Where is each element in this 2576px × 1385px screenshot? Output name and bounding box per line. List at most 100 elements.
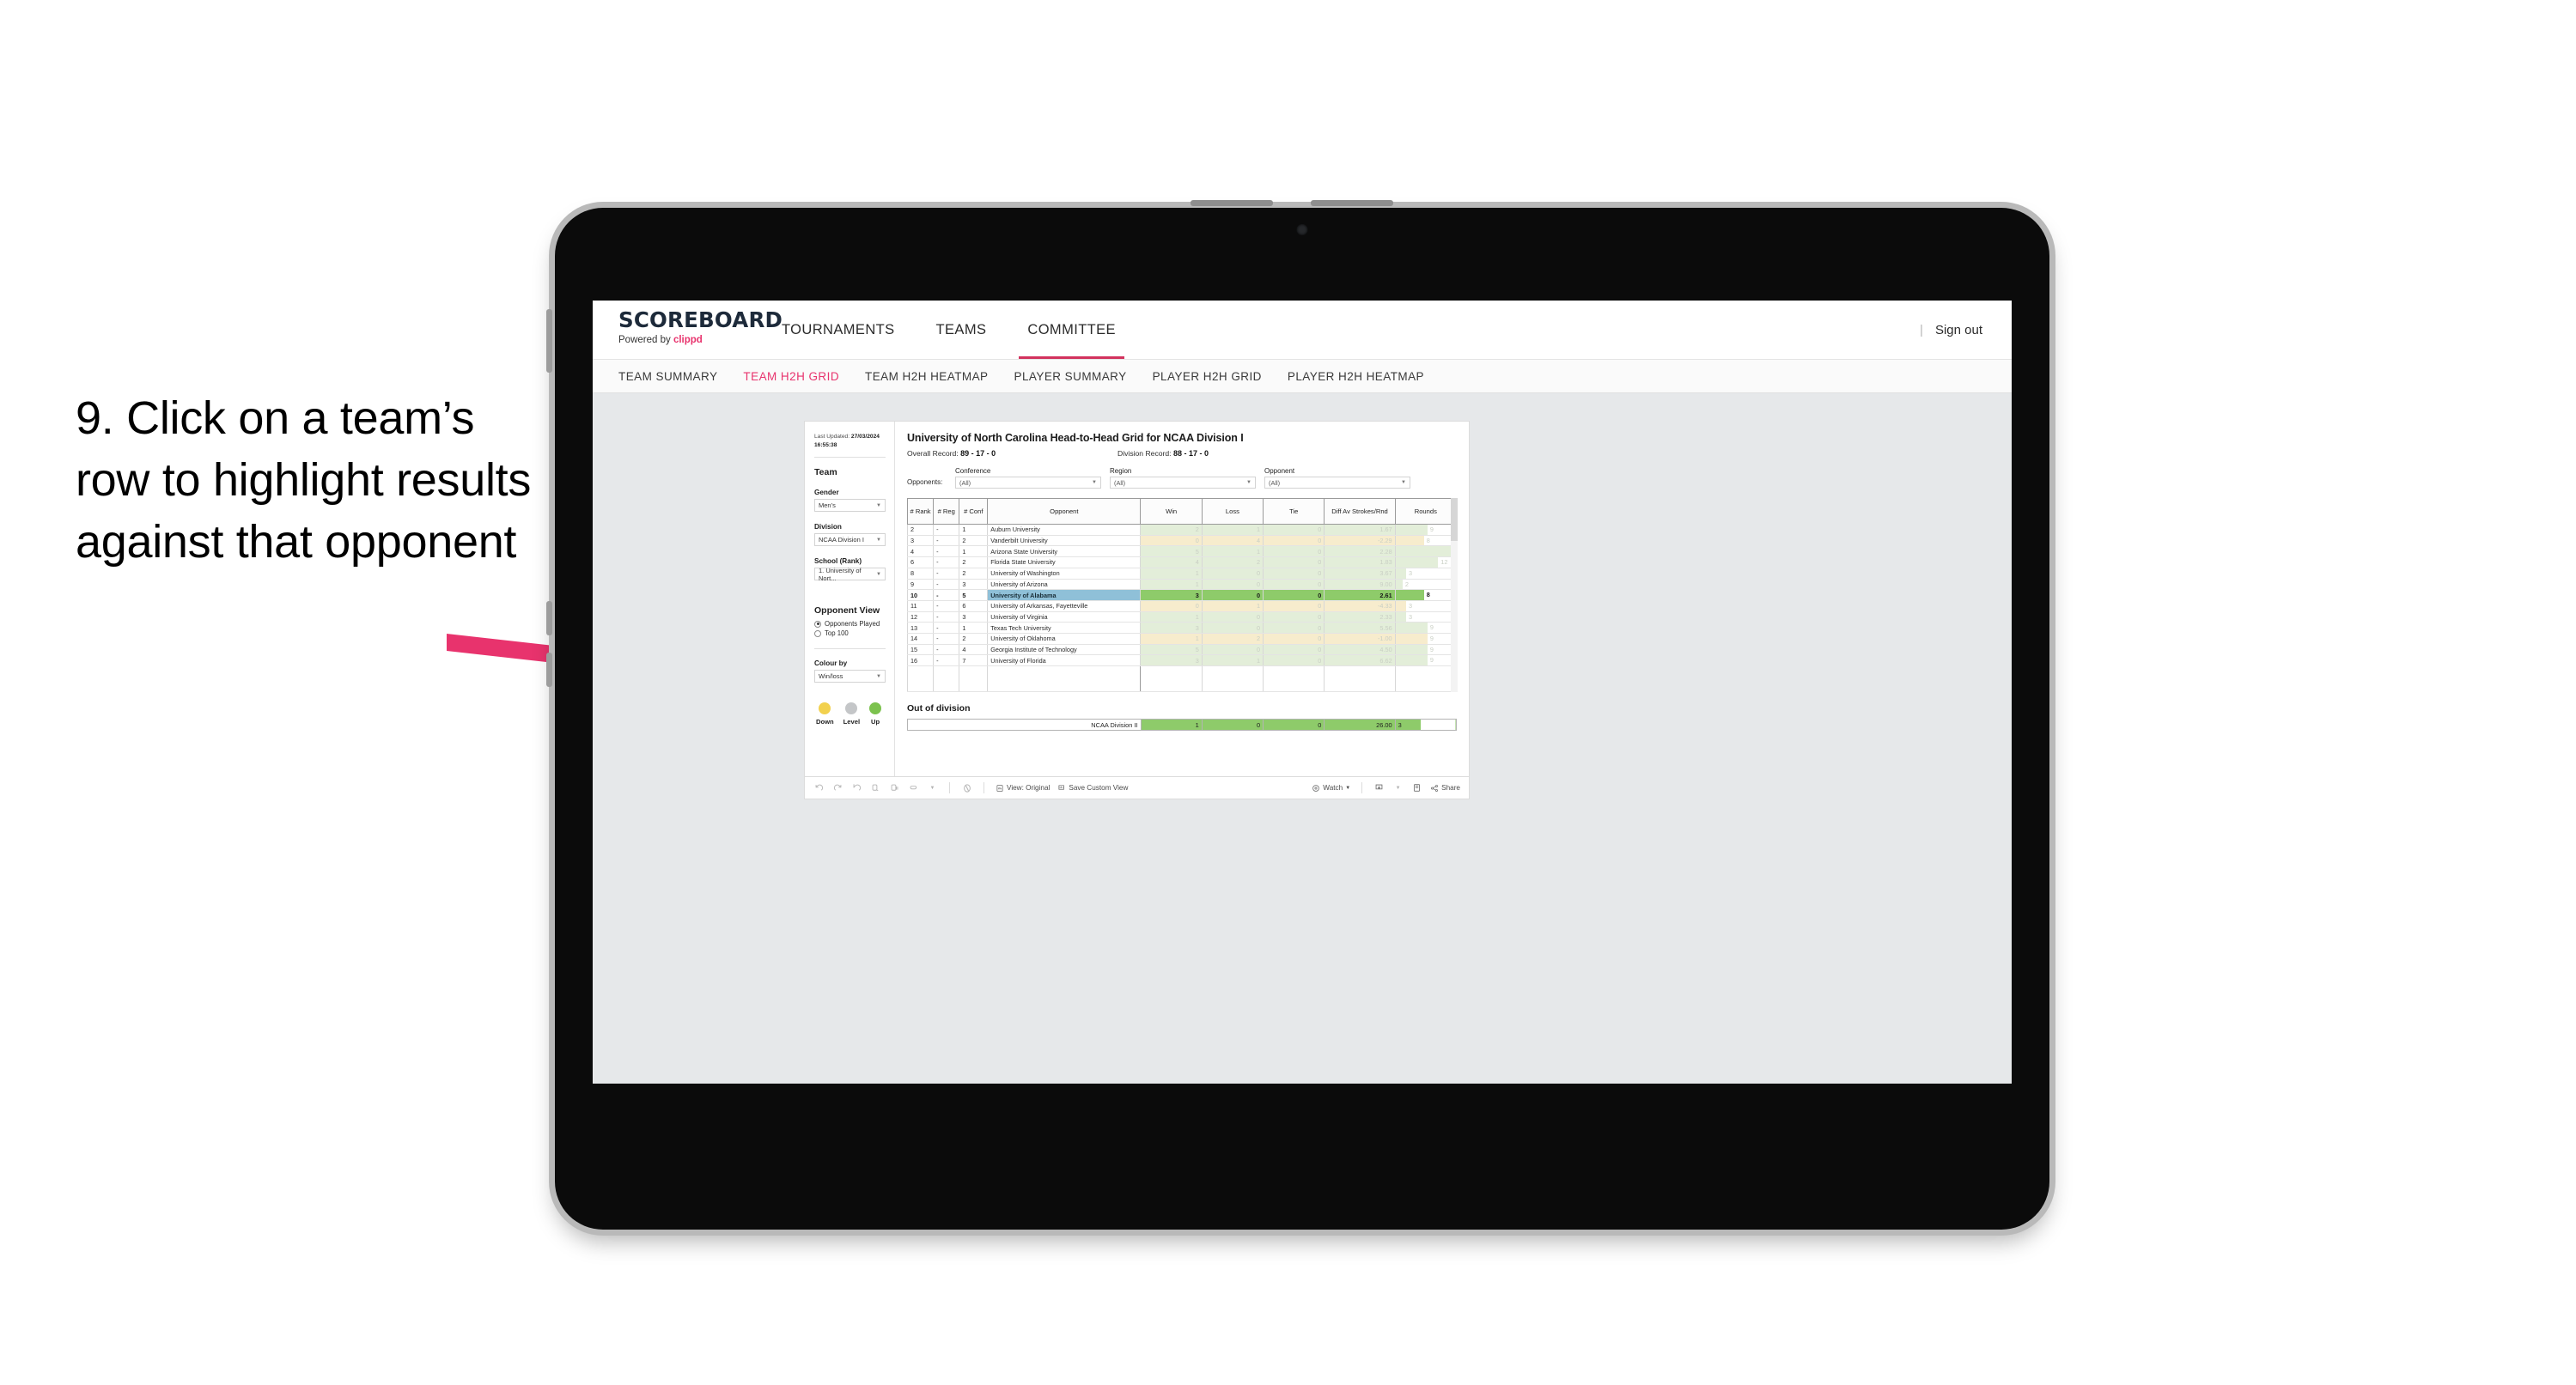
share-button[interactable]: Share	[1430, 784, 1460, 793]
legend-label-down: Down	[816, 718, 834, 726]
filter-panel: Last Updated: 27/03/2024 16:55:38 Team G…	[805, 422, 895, 776]
cell-tie: 0	[1263, 545, 1325, 558]
col-tie[interactable]: Tie	[1263, 498, 1325, 525]
cell-reg: -	[933, 610, 960, 623]
swap-icon[interactable]	[908, 782, 919, 793]
table-row[interactable]: 4-1Arizona State University5102.2817	[906, 545, 1458, 558]
watch-label: Watch	[1323, 784, 1343, 792]
volume-up-button[interactable]	[546, 601, 552, 635]
grid-scrollbar-thumb[interactable]	[1451, 498, 1458, 541]
radio-opponents-played[interactable]: Opponents Played	[814, 620, 886, 628]
share-label: Share	[1441, 784, 1460, 792]
filter-school-select[interactable]: 1. University of Nort... ▼	[814, 567, 886, 582]
table-row[interactable]: 2-1 Auburn University 2 1 0 1.67 9	[906, 524, 1458, 536]
tab-team-h2h-grid[interactable]: TEAM H2H GRID	[743, 370, 839, 383]
col-rank[interactable]: # Rank	[906, 498, 935, 525]
table-row[interactable]: 11-6 University of Arkansas, Fayetteville…	[906, 599, 1458, 612]
cell-loss: 2	[1201, 556, 1264, 568]
undo-icon[interactable]	[813, 782, 825, 793]
col-win[interactable]: Win	[1140, 498, 1203, 525]
cell-diff: -1.00	[1324, 633, 1396, 645]
cell-rank: 9	[906, 578, 935, 591]
rounds-bar	[1396, 601, 1407, 611]
redo-icon[interactable]	[832, 782, 843, 793]
filter-conference-select[interactable]: (All) ▼	[955, 477, 1101, 489]
cell-tie: 0	[1263, 556, 1325, 568]
rounds-bar	[1396, 579, 1403, 589]
h2h-table-body: 2-1 Auburn University 2 1 0 1.67 9 3-2 Vanderbil…	[906, 524, 1458, 693]
volume-down-button[interactable]	[546, 653, 552, 687]
filter-division: Division NCAA Division I ▼	[814, 523, 886, 547]
chevron-down-icon[interactable]: ▼	[1392, 782, 1404, 793]
sign-out-link[interactable]: Sign out	[1935, 323, 1982, 337]
cell-win: 3	[1140, 589, 1203, 601]
tab-team-h2h-heatmap[interactable]: TEAM H2H HEATMAP	[865, 370, 988, 383]
table-row[interactable]: 15-4 Georgia Institute of Technology 5 0 0 4.…	[906, 643, 1458, 656]
cell-reg: -	[933, 556, 960, 568]
download-icon[interactable]	[1373, 782, 1385, 793]
filter-gender: Gender Men’s ▼	[814, 489, 886, 513]
filter-gender-select[interactable]: Men’s ▼	[814, 499, 886, 513]
chevron-down-icon[interactable]: ▼	[927, 782, 938, 793]
cell-reg: -	[933, 545, 960, 558]
col-opponent[interactable]: Opponent	[987, 498, 1142, 525]
col-loss[interactable]: Loss	[1201, 498, 1264, 525]
col-reg[interactable]: # Reg	[933, 498, 960, 525]
last-updated-date: 27/03/2024	[850, 434, 880, 440]
pause-icon[interactable]	[889, 782, 900, 793]
cell-rank: 3	[906, 534, 935, 547]
view-original-button[interactable]: View: Original	[996, 784, 1050, 793]
brand-logo[interactable]: SCOREBOARD Powered by clippd	[593, 301, 783, 359]
cell-opponent: University of Alabama	[987, 589, 1142, 601]
out-of-division-row[interactable]: NCAA Division II 1 0 0 26.00 3	[907, 719, 1458, 732]
tab-team-summary[interactable]: TEAM SUMMARY	[618, 370, 717, 383]
filter-division-select[interactable]: NCAA Division I ▼	[814, 533, 886, 547]
cell-rounds: 9	[1394, 622, 1458, 635]
save-custom-view-button[interactable]: Save Custom View	[1057, 784, 1128, 793]
h2h-table: # Rank # Reg # Conf Opponent Win Loss Ti…	[906, 498, 1458, 693]
cell-conf: 1	[959, 545, 989, 558]
tablet-screen: SCOREBOARD Powered by clippd TOURNAMENTS…	[593, 301, 2012, 1084]
radio-top-100[interactable]: Top 100	[814, 629, 886, 637]
filter-colour-by-value: Win/loss	[819, 672, 843, 681]
tab-player-h2h-heatmap[interactable]: PLAYER H2H HEATMAP	[1288, 370, 1424, 383]
cell-tie: 0	[1263, 534, 1325, 547]
clear-icon[interactable]	[961, 782, 972, 793]
grid-scrollbar[interactable]	[1451, 498, 1458, 693]
table-row[interactable]: 9-3 University of Arizona 1 0 0 9.00 2	[906, 578, 1458, 591]
table-row[interactable]: 6-2 Florida State University 4 2 0 1.83 12	[906, 556, 1458, 568]
col-conf[interactable]: # Conf	[959, 498, 989, 525]
table-row[interactable]: 12-3 University of Virginia 1 0 0 2.33 3	[906, 610, 1458, 623]
refresh-icon[interactable]	[870, 782, 881, 793]
col-diff[interactable]: Diff Av Strokes/Rnd	[1324, 498, 1396, 525]
tab-player-summary[interactable]: PLAYER SUMMARY	[1014, 370, 1127, 383]
table-row[interactable]: 14-2 University of Oklahoma 1 2 0 -1.00 9	[906, 633, 1458, 645]
filter-school: School (Rank) 1. University of Nort... ▼	[814, 557, 886, 582]
rounds-bar	[1396, 612, 1407, 622]
table-row[interactable]: 8-2 University of Washington 1 0 0 3.67 3	[906, 567, 1458, 580]
filter-division-label: Division	[814, 523, 842, 532]
cell-win: 1	[1140, 610, 1203, 623]
filter-opponent-select[interactable]: (All) ▼	[1264, 477, 1410, 489]
revert-icon[interactable]	[851, 782, 862, 793]
cell-rank: 13	[906, 622, 935, 635]
fullscreen-icon[interactable]	[1411, 782, 1422, 793]
nav-tab-committee[interactable]: COMMITTEE	[1007, 301, 1136, 359]
cell-tie: 0	[1263, 633, 1325, 645]
nav-tab-tournaments[interactable]: TOURNAMENTS	[761, 301, 916, 359]
table-row[interactable]: 10-5 University of Alabama 3 0 0 2.61 8	[906, 589, 1458, 601]
tab-player-h2h-grid[interactable]: PLAYER H2H GRID	[1153, 370, 1262, 383]
table-row[interactable]: 16-7 University of Florida 3 1 0 6.62 9	[906, 654, 1458, 667]
overall-record-label: Overall Record:	[907, 449, 959, 458]
cell-conf: 2	[959, 556, 989, 568]
table-row[interactable]: 13-1 Texas Tech University 3 0 0 5.56 9	[906, 622, 1458, 635]
volume-button[interactable]	[546, 309, 552, 373]
filter-colour-by-select[interactable]: Win/loss ▼	[814, 670, 886, 683]
cell-rank: 6	[906, 556, 935, 568]
filter-region-select[interactable]: (All) ▼	[1110, 477, 1256, 489]
table-row[interactable]: 3-2 Vanderbilt University 0 4 0 -2.29 8	[906, 534, 1458, 547]
col-rounds[interactable]: Rounds	[1394, 498, 1458, 525]
cell-diff: 3.67	[1324, 567, 1396, 580]
watch-button[interactable]: Watch ▼	[1312, 784, 1350, 793]
nav-tab-teams[interactable]: TEAMS	[916, 301, 1008, 359]
